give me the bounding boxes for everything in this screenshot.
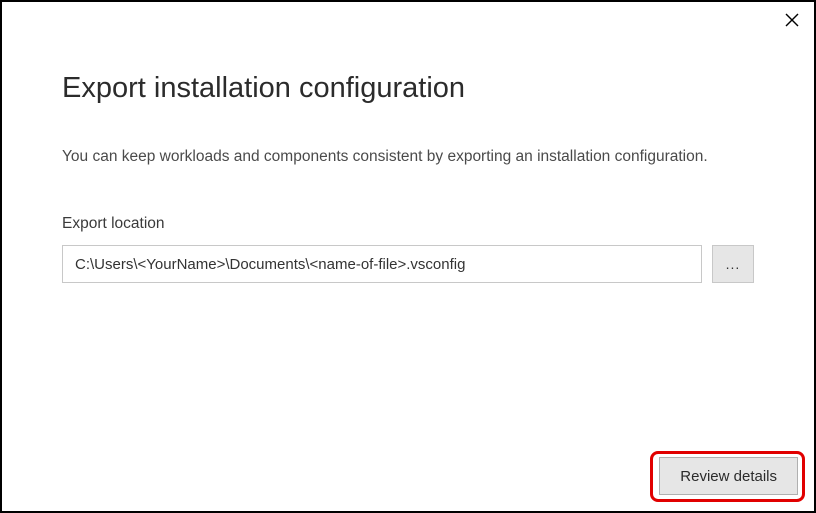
close-icon — [785, 13, 799, 27]
export-location-row: ... — [62, 245, 754, 283]
close-button[interactable] — [780, 8, 804, 32]
review-details-button[interactable]: Review details — [659, 457, 798, 495]
export-location-input[interactable] — [62, 245, 702, 283]
dialog-title: Export installation configuration — [62, 72, 754, 105]
browse-button[interactable]: ... — [712, 245, 754, 283]
export-location-label: Export location — [62, 215, 754, 233]
dialog-footer: Review details — [659, 457, 798, 495]
dialog-description: You can keep workloads and components co… — [62, 145, 722, 169]
dialog-content: Export installation configuration You ca… — [2, 2, 814, 283]
